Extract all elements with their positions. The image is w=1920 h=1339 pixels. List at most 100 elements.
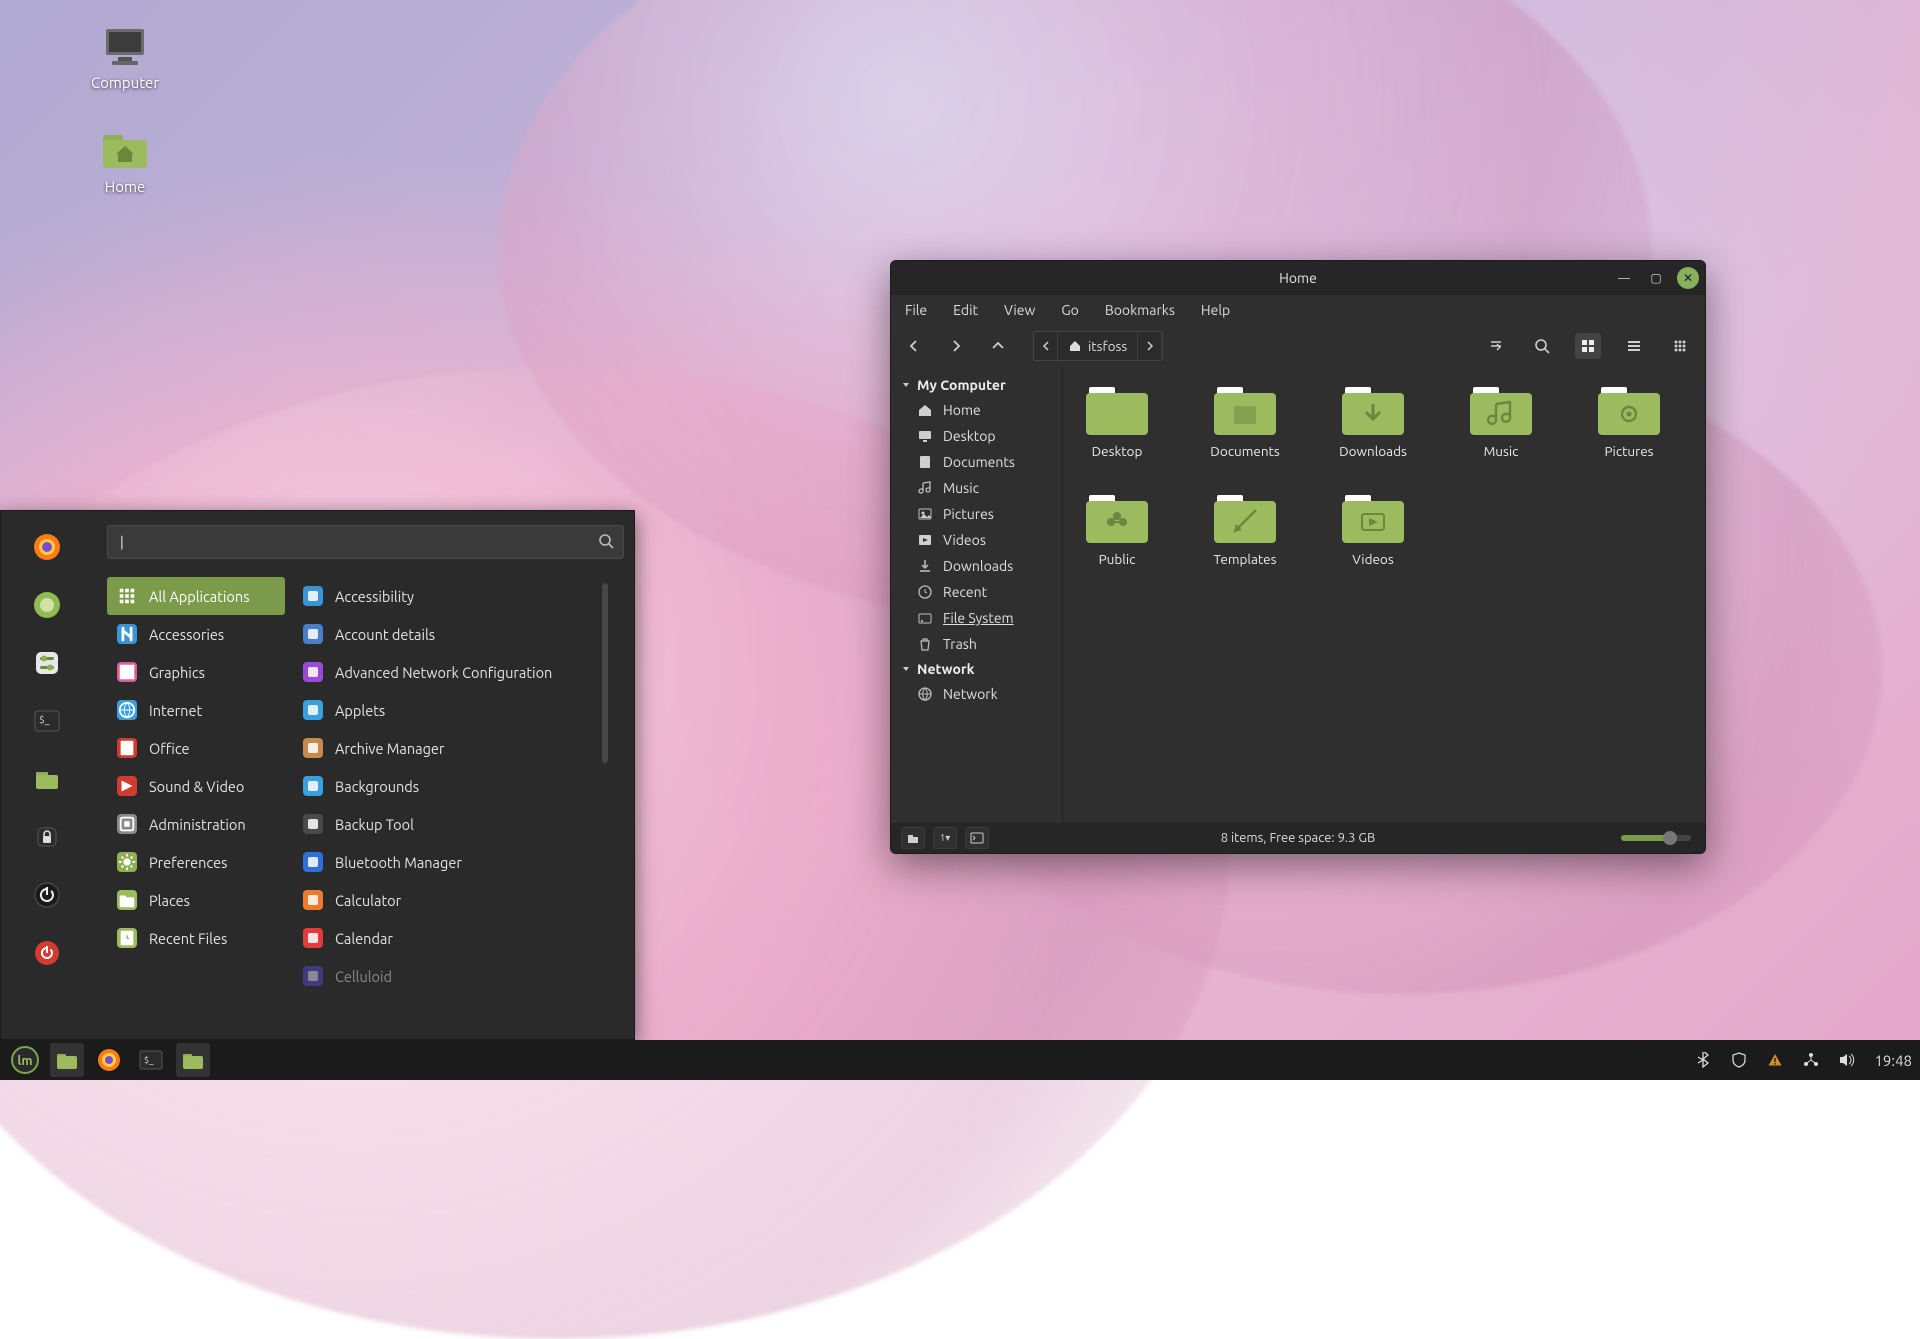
folder-item[interactable]: Public bbox=[1071, 495, 1163, 567]
menu-app-column: AccessibilityAccount detailsAdvanced Net… bbox=[293, 577, 593, 1029]
tray-warning[interactable] bbox=[1766, 1051, 1784, 1069]
menubar-item[interactable]: File bbox=[905, 302, 927, 318]
menu-app-item[interactable]: Backup Tool bbox=[293, 805, 593, 843]
sidebar-item[interactable]: Home bbox=[891, 397, 1062, 423]
tray-volume[interactable] bbox=[1838, 1051, 1856, 1069]
menu-app-item[interactable]: Calculator bbox=[293, 881, 593, 919]
menu-category-item[interactable]: Graphics bbox=[107, 653, 285, 691]
view-compact-button[interactable] bbox=[1667, 333, 1693, 359]
tray-network[interactable] bbox=[1802, 1051, 1820, 1069]
menubar-item[interactable]: Bookmarks bbox=[1105, 302, 1175, 318]
category-label: Accessories bbox=[149, 626, 224, 643]
menu-category-item[interactable]: Recent Files bbox=[107, 919, 285, 957]
menu-category-item[interactable]: Sound & Video bbox=[107, 767, 285, 805]
menu-app-item[interactable]: Applets bbox=[293, 691, 593, 729]
path-prev-button[interactable] bbox=[1034, 332, 1058, 360]
menu-rail-terminal[interactable]: $_ bbox=[29, 703, 65, 739]
statusbar-places-button[interactable] bbox=[901, 827, 925, 849]
scrollbar-thumb[interactable] bbox=[602, 583, 608, 763]
menu-app-item[interactable]: Celluloid bbox=[293, 957, 593, 995]
menu-app-item[interactable]: Calendar bbox=[293, 919, 593, 957]
menu-category-item[interactable]: Places bbox=[107, 881, 285, 919]
menu-rail-power[interactable] bbox=[29, 935, 65, 971]
menu-category-item[interactable]: Office bbox=[107, 729, 285, 767]
menu-rail-software[interactable] bbox=[29, 587, 65, 623]
folder-item[interactable]: Desktop bbox=[1071, 387, 1163, 459]
sidebar-item[interactable]: Videos bbox=[891, 527, 1062, 553]
taskbar-menu-button[interactable]: lm bbox=[8, 1043, 42, 1077]
sidebar-item[interactable]: Pictures bbox=[891, 501, 1062, 527]
view-icons-button[interactable] bbox=[1575, 333, 1601, 359]
tray-bluetooth[interactable] bbox=[1694, 1051, 1712, 1069]
menu-category-item[interactable]: Accessories bbox=[107, 615, 285, 653]
sidebar-section-header[interactable]: My Computer bbox=[891, 373, 1062, 397]
folder-item[interactable]: Videos bbox=[1327, 495, 1419, 567]
window-minimize-button[interactable]: — bbox=[1613, 267, 1635, 289]
folder-icon bbox=[181, 1049, 205, 1071]
menu-app-item[interactable]: Bluetooth Manager bbox=[293, 843, 593, 881]
search-button[interactable] bbox=[1529, 333, 1555, 359]
menu-app-item[interactable]: Backgrounds bbox=[293, 767, 593, 805]
path-next-button[interactable] bbox=[1138, 332, 1162, 360]
window-close-button[interactable]: ✕ bbox=[1677, 267, 1699, 289]
sidebar-item[interactable]: Network bbox=[891, 681, 1062, 707]
folder-item[interactable]: Documents bbox=[1199, 387, 1291, 459]
desktop-icon-home[interactable]: Home bbox=[70, 128, 180, 195]
menu-category-item[interactable]: Internet bbox=[107, 691, 285, 729]
statusbar-tree-button[interactable]: 1▾ bbox=[933, 827, 957, 849]
folder-item[interactable]: Templates bbox=[1199, 495, 1291, 567]
menu-rail-lock[interactable] bbox=[29, 819, 65, 855]
nav-up-button[interactable] bbox=[987, 335, 1009, 357]
sidebar-item[interactable]: Desktop bbox=[891, 423, 1062, 449]
menubar-item[interactable]: Edit bbox=[953, 302, 978, 318]
menubar-item[interactable]: View bbox=[1004, 302, 1035, 318]
path-segment-home[interactable]: itsfoss bbox=[1058, 332, 1138, 360]
category-icon bbox=[117, 700, 137, 720]
sidebar-section-header[interactable]: Network bbox=[891, 657, 1062, 681]
window-titlebar[interactable]: Home — ▢ ✕ bbox=[891, 261, 1705, 295]
nav-forward-button[interactable] bbox=[945, 335, 967, 357]
menubar-item[interactable]: Go bbox=[1061, 302, 1078, 318]
tray-clock[interactable]: 19:48 bbox=[1874, 1052, 1912, 1069]
toggle-location-button[interactable] bbox=[1483, 333, 1509, 359]
folder-item[interactable]: Music bbox=[1455, 387, 1547, 459]
taskbar-files[interactable] bbox=[176, 1043, 210, 1077]
taskbar-terminal[interactable]: $_ bbox=[134, 1043, 168, 1077]
menu-category-item[interactable]: Administration bbox=[107, 805, 285, 843]
menu-app-item[interactable]: Accessibility bbox=[293, 577, 593, 615]
firefox-icon bbox=[96, 1047, 122, 1073]
sidebar-item[interactable]: Downloads bbox=[891, 553, 1062, 579]
menu-app-item[interactable]: Account details bbox=[293, 615, 593, 653]
menu-search-input[interactable] bbox=[107, 525, 624, 559]
zoom-slider[interactable] bbox=[1621, 835, 1691, 841]
window-maximize-button[interactable]: ▢ bbox=[1645, 267, 1667, 289]
menu-category-item[interactable]: Preferences bbox=[107, 843, 285, 881]
sidebar-item[interactable]: Trash bbox=[891, 631, 1062, 657]
folder-item[interactable]: Downloads bbox=[1327, 387, 1419, 459]
app-icon bbox=[303, 814, 323, 834]
sidebar-item[interactable]: File System bbox=[891, 605, 1062, 631]
taskbar-show-desktop[interactable] bbox=[50, 1043, 84, 1077]
menu-rail-logout[interactable] bbox=[29, 877, 65, 913]
menu-category-item[interactable]: All Applications bbox=[107, 577, 285, 615]
folder-item[interactable]: Pictures bbox=[1583, 387, 1675, 459]
statusbar-terminal-button[interactable] bbox=[965, 827, 989, 849]
menu-app-item[interactable]: Advanced Network Configuration bbox=[293, 653, 593, 691]
tray-updates[interactable] bbox=[1730, 1051, 1748, 1069]
file-manager-content[interactable]: Desktop Documents Downloads Music Pictur… bbox=[1063, 367, 1705, 823]
menu-rail-files[interactable] bbox=[29, 761, 65, 797]
nav-back-button[interactable] bbox=[903, 335, 925, 357]
desktop-icon-computer[interactable]: Computer bbox=[70, 24, 180, 91]
arrow-up-icon bbox=[990, 338, 1006, 354]
menu-scrollbar[interactable] bbox=[601, 577, 609, 1029]
sidebar-item[interactable]: Recent bbox=[891, 579, 1062, 605]
menu-rail-firefox[interactable] bbox=[29, 529, 65, 565]
taskbar-firefox[interactable] bbox=[92, 1043, 126, 1077]
menu-app-item[interactable]: Archive Manager bbox=[293, 729, 593, 767]
menubar-item[interactable]: Help bbox=[1201, 302, 1230, 318]
sidebar-item[interactable]: Documents bbox=[891, 449, 1062, 475]
menu-rail-settings[interactable] bbox=[29, 645, 65, 681]
zoom-handle[interactable] bbox=[1663, 831, 1677, 845]
sidebar-item[interactable]: Music bbox=[891, 475, 1062, 501]
view-list-button[interactable] bbox=[1621, 333, 1647, 359]
